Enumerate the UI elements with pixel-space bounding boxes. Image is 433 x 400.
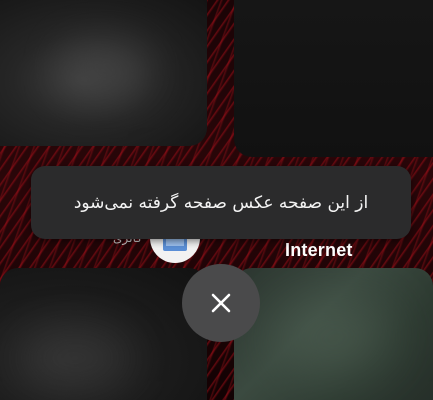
app-preview [60,40,150,100]
app-preview [274,298,394,378]
app-label-internet: Internet [285,240,353,260]
app-preview [20,328,130,388]
close-icon [211,293,231,313]
recent-app-card-gallery[interactable] [0,268,207,400]
toast-message: از این صفحه عکس صفحه گرفته نمی‌شود [73,192,369,213]
recent-app-card-internet[interactable] [234,268,433,400]
screenshot-blocked-toast: از این صفحه عکس صفحه گرفته نمی‌شود [31,166,411,239]
recent-app-card[interactable] [0,0,207,146]
recent-app-card[interactable] [234,0,433,157]
close-all-button[interactable] [182,264,260,342]
recent-apps-screen: گالری Internet از این صفحه عکس صفحه گرفت… [0,0,433,400]
